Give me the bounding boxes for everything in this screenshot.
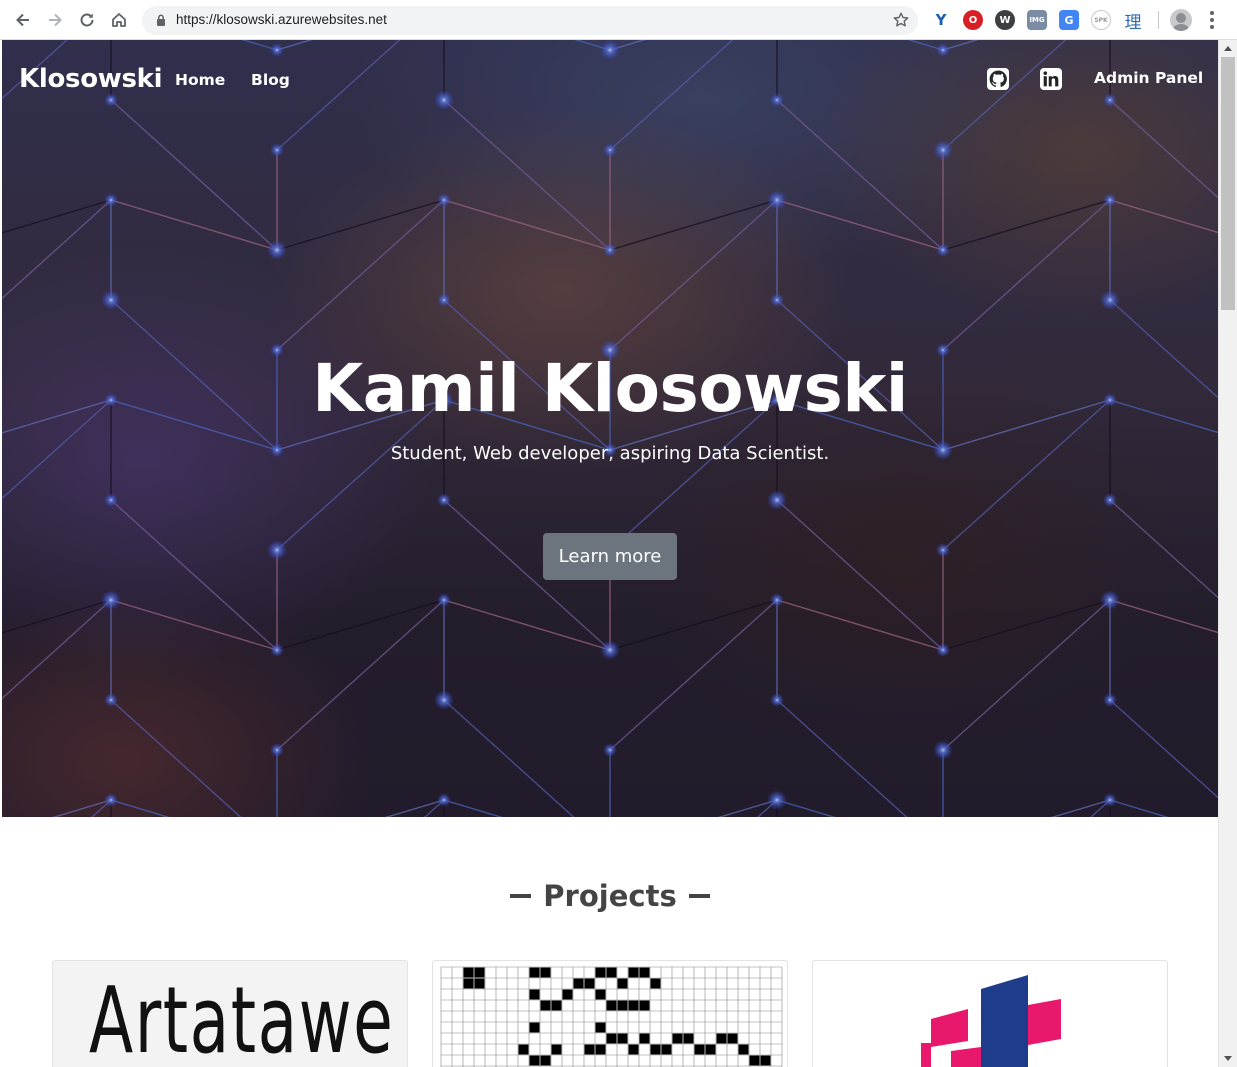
heading-dash-right <box>688 894 710 898</box>
extension-kanji-icon[interactable]: 理 <box>1123 10 1143 33</box>
extension-y-icon[interactable]: Y <box>931 10 951 30</box>
project-logo-image <box>921 975 1061 1067</box>
nav-blog-link[interactable]: Blog <box>251 71 290 89</box>
reload-icon <box>80 13 94 27</box>
extension-opera-icon[interactable]: O <box>963 10 983 30</box>
grid-pattern-image <box>440 966 783 1067</box>
bookmark-star-icon[interactable] <box>892 11 910 29</box>
linkedin-icon <box>1043 71 1059 87</box>
extension-translate-icon[interactable]: G <box>1059 10 1079 30</box>
page-viewport: Klosowski Home Blog Admin Panel Kamil Kl… <box>2 40 1218 1067</box>
project-card-artatawe[interactable]: Artatawe <box>52 960 408 1067</box>
learn-more-button[interactable]: Learn more <box>543 533 677 580</box>
hero-subtitle: Student, Web developer, aspiring Data Sc… <box>390 443 830 464</box>
lock-icon <box>157 14 165 26</box>
toolbar-divider <box>1158 11 1159 29</box>
home-icon <box>112 13 126 27</box>
forward-button[interactable] <box>43 8 67 32</box>
github-link[interactable] <box>987 68 1009 90</box>
projects-title: Projects <box>543 879 677 913</box>
github-icon <box>989 70 1007 88</box>
artatawe-logo-text: Artatawe <box>89 967 395 1067</box>
scroll-down-arrow[interactable] <box>1224 1056 1232 1061</box>
hero-overlay <box>2 40 1218 817</box>
profile-avatar[interactable] <box>1170 9 1192 31</box>
browser-menu-button[interactable] <box>1204 10 1220 30</box>
heading-dash-left <box>510 894 532 898</box>
site-brand-link[interactable]: Klosowski <box>19 64 163 94</box>
site-navbar: Klosowski Home Blog Admin Panel <box>2 40 1218 120</box>
extension-image-icon[interactable]: IMG <box>1027 10 1047 30</box>
address-bar[interactable]: https://klosowski.azurewebsites.net <box>142 6 918 35</box>
project-card-grid[interactable] <box>432 960 788 1067</box>
hero-section: Klosowski Home Blog Admin Panel Kamil Kl… <box>2 40 1218 817</box>
nav-home-link[interactable]: Home <box>175 71 225 89</box>
extension-w-icon[interactable]: W <box>995 10 1015 30</box>
linkedin-link[interactable] <box>1040 68 1062 90</box>
admin-panel-link[interactable]: Admin Panel <box>1094 69 1203 87</box>
arrow-right-icon <box>49 13 62 27</box>
scroll-up-arrow[interactable] <box>1224 46 1232 51</box>
arrow-left-icon <box>16 13 29 27</box>
browser-toolbar: https://klosowski.azurewebsites.net Y O … <box>0 0 1237 40</box>
page-scrollbar[interactable] <box>1218 40 1237 1067</box>
projects-heading: Projects <box>2 879 1218 913</box>
project-card-logo[interactable] <box>812 960 1168 1067</box>
url-text: https://klosowski.azurewebsites.net <box>176 12 387 27</box>
scroll-thumb[interactable] <box>1221 57 1235 310</box>
home-button[interactable] <box>107 8 131 32</box>
hero-title: Kamil Klosowski <box>312 350 908 427</box>
extension-speak-icon[interactable]: SPK <box>1091 10 1111 30</box>
reload-button[interactable] <box>75 8 99 32</box>
back-button[interactable] <box>11 8 35 32</box>
